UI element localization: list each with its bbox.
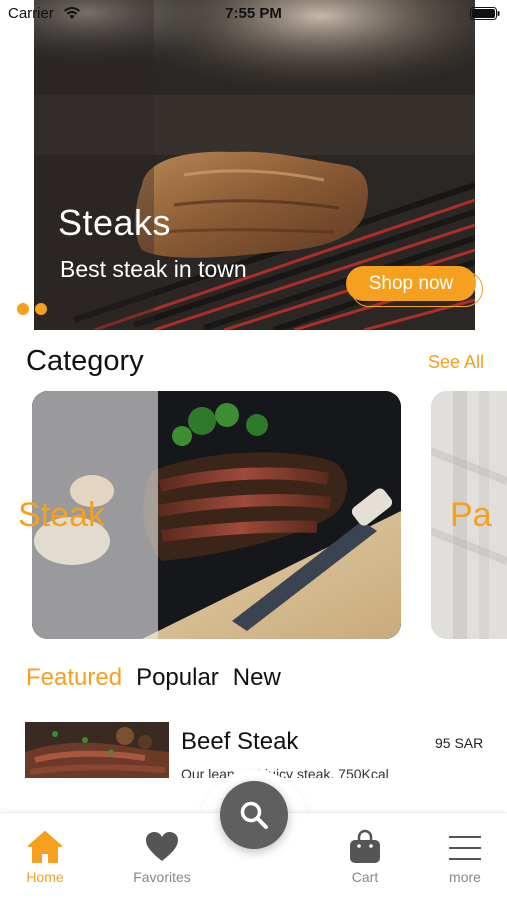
tab-bar-cart-label: Cart: [351, 869, 379, 885]
tab-new[interactable]: New: [233, 664, 281, 692]
battery-icon: [470, 7, 500, 20]
carousel-dots: [17, 303, 47, 315]
category-title: Category: [26, 345, 144, 377]
product-description: Our lean, yet juicy steak, 750Kcal: [181, 766, 389, 778]
tab-bar-favorites-label: Favorites: [133, 869, 191, 885]
product-thumbnail: [25, 722, 169, 778]
carousel-dot[interactable]: [17, 303, 29, 315]
category-card-label: Steak: [18, 496, 105, 534]
status-time: 7:55 PM: [225, 5, 282, 22]
shop-now-button[interactable]: Shop now: [346, 266, 476, 301]
tab-bar-more[interactable]: more: [425, 829, 505, 885]
hero-subtitle: Best steak in town: [60, 256, 247, 282]
search-icon: [240, 801, 268, 829]
product-name: Beef Steak: [181, 728, 299, 755]
home-icon: [28, 831, 62, 863]
product-price: 95 SAR: [435, 735, 484, 751]
tab-bar-more-label: more: [449, 869, 481, 885]
bag-icon: [350, 829, 380, 863]
status-bar: Carrier 7:55 PM: [0, 0, 507, 28]
search-fab-button[interactable]: [220, 781, 288, 849]
category-card-next-label: Pa: [450, 496, 492, 534]
product-tabs: Featured Popular New: [26, 664, 281, 692]
tab-popular[interactable]: Popular: [136, 664, 219, 692]
heart-icon: [146, 832, 178, 861]
tab-bar-cart[interactable]: Cart: [325, 829, 405, 885]
tab-featured[interactable]: Featured: [26, 664, 122, 692]
tab-bar-home[interactable]: Home: [5, 829, 85, 885]
carousel-dot[interactable]: [35, 303, 47, 315]
see-all-link[interactable]: See All: [428, 352, 484, 373]
menu-icon: [449, 836, 481, 860]
hero-title: Steaks: [58, 202, 172, 243]
tab-bar-home-label: Home: [26, 869, 64, 885]
tab-bar-favorites[interactable]: Favorites: [122, 829, 202, 885]
